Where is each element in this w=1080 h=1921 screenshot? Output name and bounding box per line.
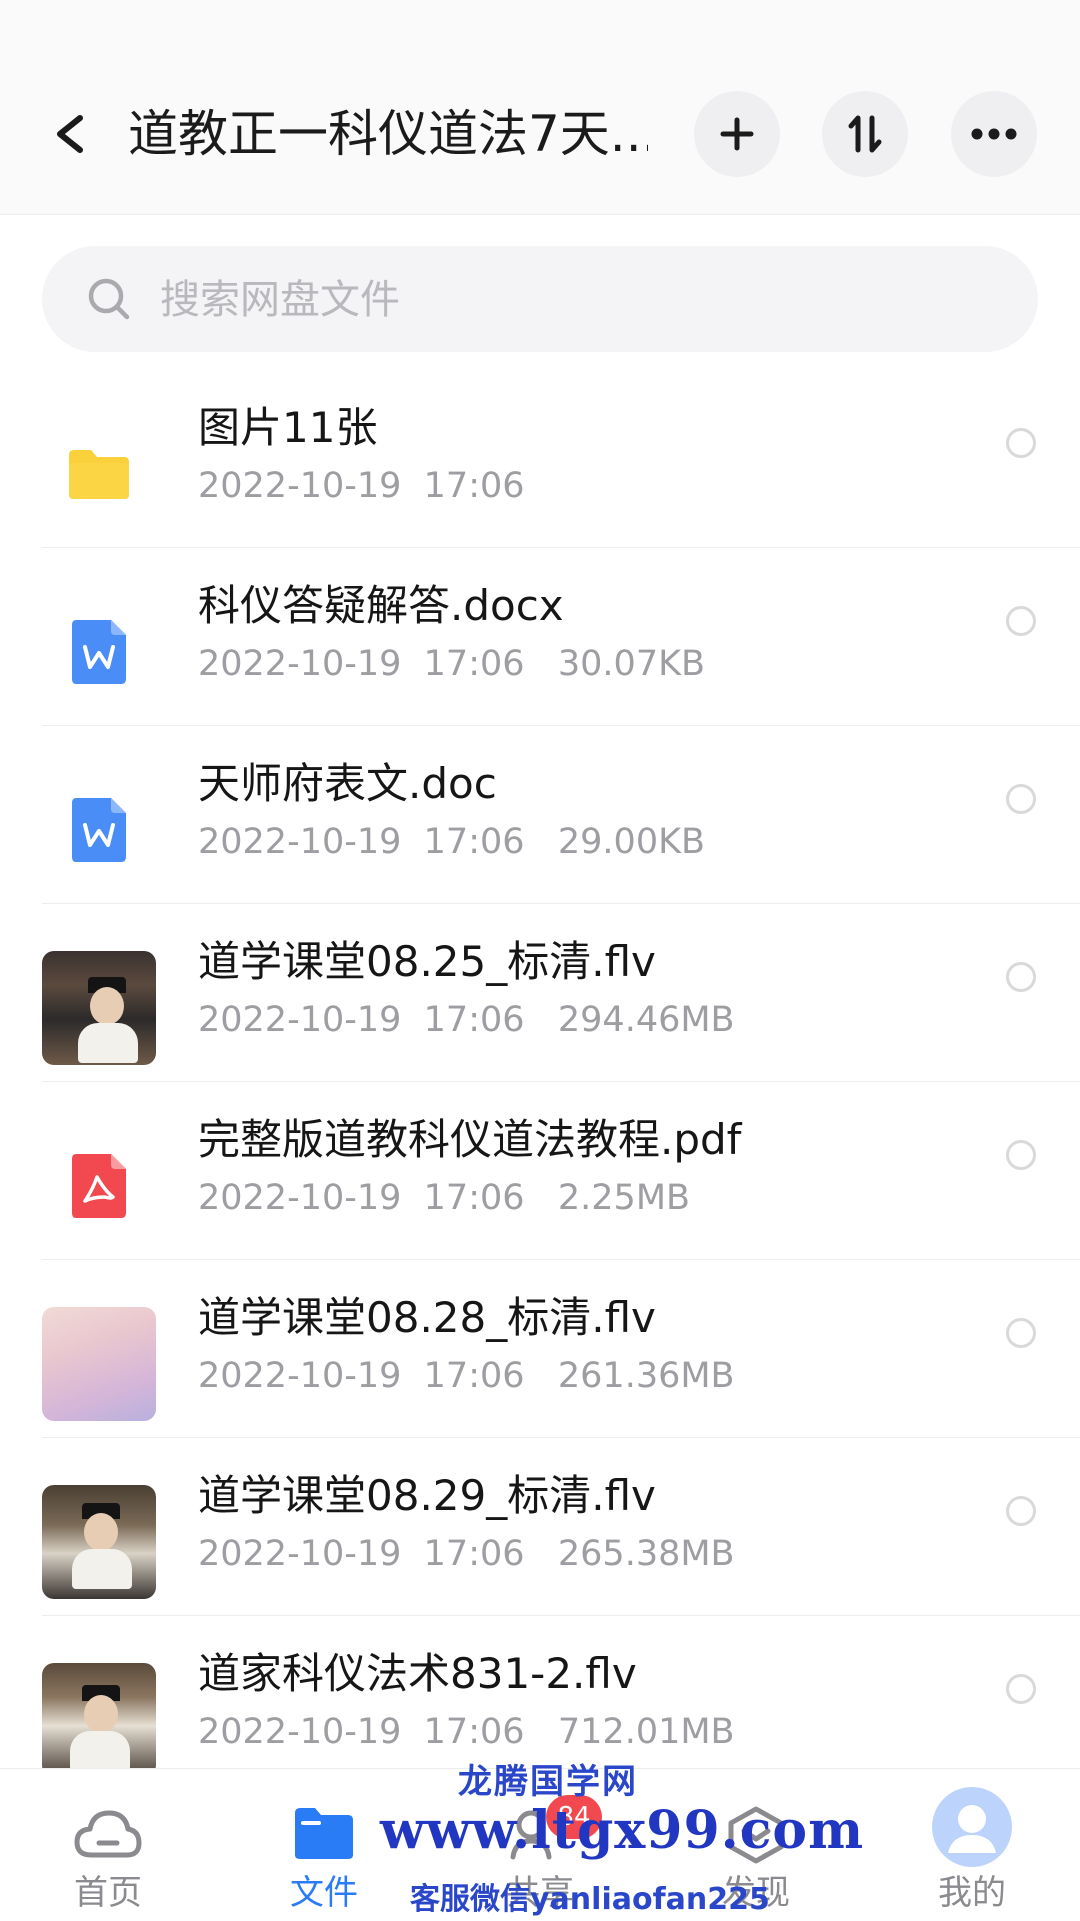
nav-item-profile[interactable]: 我的 (882, 1769, 1062, 1921)
search-icon (88, 278, 130, 320)
file-meta: 2022-10-19 17:06 29.00KB (198, 822, 706, 862)
file-name: 道学课堂08.25_标清.flv (198, 937, 656, 986)
file-name: 道学课堂08.29_标清.flv (198, 1471, 656, 1520)
cloud-icon (74, 1810, 142, 1858)
file-meta: 2022-10-19 17:06 (198, 466, 525, 506)
video-thumbnail (42, 1307, 156, 1421)
file-name: 道家科仪法术831-2.flv (198, 1649, 637, 1698)
file-meta: 2022-10-19 17:06 294.46MB (198, 1000, 735, 1040)
chevron-left-icon (57, 115, 83, 153)
list-item[interactable]: 图片11张 2022-10-19 17:06 (0, 370, 1080, 548)
sort-button[interactable] (822, 91, 908, 177)
header-divider (0, 214, 1080, 215)
add-button[interactable] (694, 91, 780, 177)
list-item[interactable]: 道学课堂08.25_标清.flv 2022-10-19 17:06 294.46… (0, 904, 1080, 1082)
select-checkbox[interactable] (1006, 1140, 1036, 1170)
word-doc-icon (42, 595, 156, 709)
file-name: 图片11张 (198, 403, 378, 452)
watermark-url: www.ltgx99.com (380, 1800, 865, 1861)
list-item[interactable]: 道学课堂08.29_标清.flv 2022-10-19 17:06 265.38… (0, 1438, 1080, 1616)
list-item[interactable]: 科仪答疑解答.docx 2022-10-19 17:06 30.07KB (0, 548, 1080, 726)
file-meta: 2022-10-19 17:06 261.36MB (198, 1356, 735, 1396)
watermark-site-name: 龙腾国学网 (458, 1762, 638, 1802)
search-bar[interactable] (42, 246, 1038, 352)
file-name: 天师府表文.doc (198, 759, 497, 808)
select-checkbox[interactable] (1006, 606, 1036, 636)
video-thumbnail (42, 951, 156, 1065)
file-name: 科仪答疑解答.docx (198, 581, 564, 630)
avatar-icon (932, 1787, 1012, 1867)
file-list: 图片11张 2022-10-19 17:06 科仪答疑解答.docx 2022-… (0, 370, 1080, 1794)
folder-icon (42, 417, 156, 531)
select-checkbox[interactable] (1006, 784, 1036, 814)
search-input[interactable] (158, 266, 1002, 334)
folder-icon (295, 1808, 353, 1859)
more-dots-icon (971, 128, 1017, 140)
word-doc-icon (42, 773, 156, 887)
list-item[interactable]: 天师府表文.doc 2022-10-19 17:06 29.00KB (0, 726, 1080, 904)
file-meta: 2022-10-19 17:06 265.38MB (198, 1534, 735, 1574)
select-checkbox[interactable] (1006, 1318, 1036, 1348)
list-item[interactable]: 完整版道教科仪道法教程.pdf 2022-10-19 17:06 2.25MB (0, 1082, 1080, 1260)
sort-arrows-icon (848, 115, 882, 153)
nav-label: 我的 (938, 1873, 1006, 1913)
list-item[interactable]: 道学课堂08.28_标清.flv 2022-10-19 17:06 261.36… (0, 1260, 1080, 1438)
more-button[interactable] (951, 91, 1037, 177)
file-meta: 2022-10-19 17:06 2.25MB (198, 1178, 691, 1218)
page-title: 道教正一科仪道法7天... (128, 105, 648, 163)
video-thumbnail (42, 1663, 156, 1777)
video-thumbnail (42, 1485, 156, 1599)
select-checkbox[interactable] (1006, 962, 1036, 992)
select-checkbox[interactable] (1006, 1674, 1036, 1704)
pdf-icon (42, 1129, 156, 1243)
select-checkbox[interactable] (1006, 428, 1036, 458)
nav-label: 文件 (290, 1873, 358, 1913)
top-bar: 道教正一科仪道法7天... (0, 0, 1080, 215)
file-meta: 2022-10-19 17:06 30.07KB (198, 644, 706, 684)
file-meta: 2022-10-19 17:06 712.01MB (198, 1712, 735, 1752)
file-name: 道学课堂08.28_标清.flv (198, 1293, 656, 1342)
back-button[interactable] (46, 104, 96, 164)
file-name: 完整版道教科仪道法教程.pdf (198, 1115, 742, 1164)
select-checkbox[interactable] (1006, 1496, 1036, 1526)
plus-icon (720, 117, 754, 151)
nav-item-home[interactable]: 首页 (18, 1769, 198, 1921)
nav-label: 首页 (74, 1873, 142, 1913)
watermark-contact: 客服微信yanliaofan225 (410, 1882, 770, 1917)
